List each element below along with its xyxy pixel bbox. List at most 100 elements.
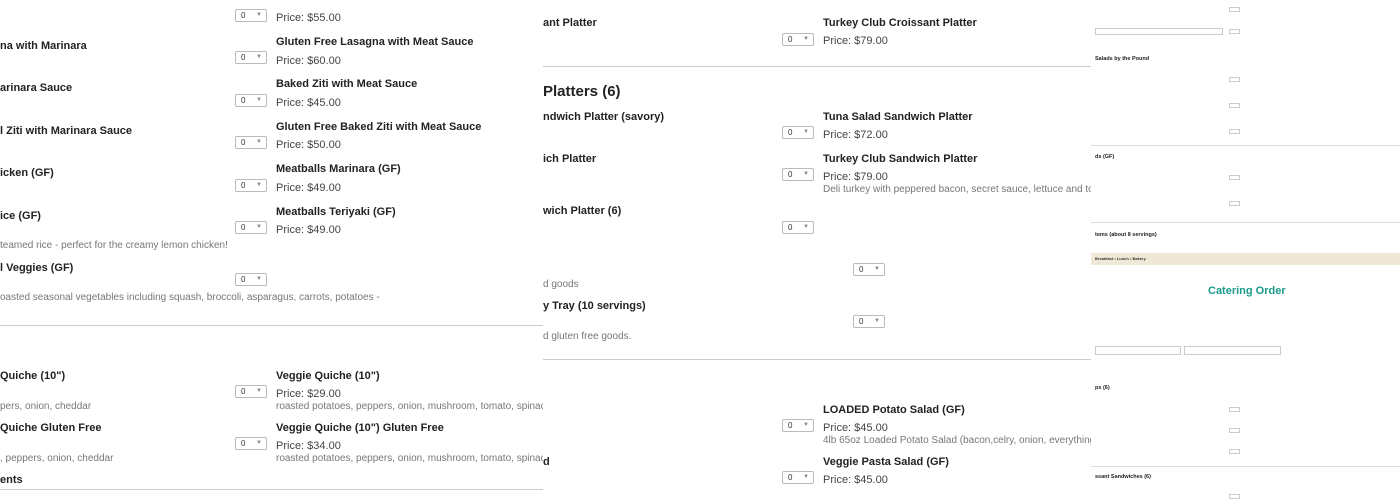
item-title: Gluten Free Lasagna with Meat Sauce (276, 36, 474, 48)
item-title: Quiche (10") (0, 370, 66, 382)
item-price: Price: $34.00 (276, 440, 341, 452)
date-input[interactable] (1095, 346, 1181, 355)
section-heading: tems (about 8 servings) (1095, 232, 1157, 238)
section-heading: ssant Sandwiches (6) (1095, 474, 1151, 480)
quantity-select[interactable]: 0 ▼ (853, 263, 885, 276)
quantity-select[interactable] (1229, 175, 1240, 180)
quantity-select[interactable]: 0 ▼ (782, 33, 814, 46)
section-divider (1091, 466, 1400, 467)
item-description: oasted seasonal vegetables including squ… (0, 292, 380, 303)
item-title: Tuna Salad Sandwich Platter (823, 111, 973, 123)
item-price: Price: $45.00 (823, 474, 888, 486)
section-divider (1091, 145, 1400, 146)
item-description: , peppers, onion, cheddar (0, 453, 114, 464)
item-title: Quiche Gluten Free (0, 422, 102, 434)
item-price: Price: $49.00 (276, 182, 341, 194)
quantity-select[interactable]: 0 ▼ (235, 273, 267, 286)
item-price: Price: $60.00 (276, 55, 341, 67)
item-price: Price: $72.00 (823, 129, 888, 141)
item-title: icken (GF) (0, 167, 54, 179)
item-description: Deli turkey with peppered bacon, secret … (823, 184, 1091, 195)
item-title: arinara Sauce (0, 82, 73, 94)
quantity-select[interactable]: 0 ▼ (782, 126, 814, 139)
item-price: Price: $79.00 (823, 35, 888, 47)
item-price: Price: $45.00 (823, 422, 888, 434)
quantity-select[interactable]: 0 ▼ (782, 168, 814, 181)
item-title: na with Marinara (0, 40, 87, 52)
item-description: d gluten free goods. (543, 331, 632, 342)
item-title: l Ziti with Marinara Sauce (0, 125, 133, 137)
item-price: Price: $50.00 (276, 139, 341, 151)
quantity-select[interactable]: 0 ▼ (235, 385, 267, 398)
quantity-select[interactable] (1229, 77, 1240, 82)
quantity-select[interactable] (1229, 494, 1240, 499)
item-description: pers, onion, cheddar (0, 401, 92, 412)
quantity-select[interactable]: 0 ▼ (235, 179, 267, 192)
menu-panel-overview: Salads by the Pound ds (GF) tems (about … (1091, 0, 1400, 500)
item-description: roasted potatoes, peppers, onion, mushro… (276, 453, 543, 464)
item-title: Turkey Club Sandwich Platter (823, 153, 978, 165)
item-title: y Tray (10 servings) (543, 300, 646, 312)
item-description: roasted potatoes, peppers, onion, mushro… (276, 401, 543, 412)
option-select[interactable] (1095, 28, 1223, 35)
quantity-select[interactable]: 0 ▼ (782, 221, 814, 234)
item-price: Price: $49.00 (276, 224, 341, 236)
section-divider (0, 489, 543, 490)
section-divider (543, 66, 1091, 67)
quantity-select[interactable] (1229, 449, 1240, 454)
item-title: LOADED Potato Salad (GF) (823, 404, 965, 416)
time-input[interactable] (1184, 346, 1281, 355)
item-price: Price: $29.00 (276, 388, 341, 400)
item-title: ant Platter (543, 17, 597, 29)
section-divider (1091, 222, 1400, 223)
quantity-select[interactable] (1229, 129, 1240, 134)
item-title: l Veggies (GF) (0, 262, 74, 274)
quantity-select[interactable] (1229, 428, 1240, 433)
quantity-select[interactable] (1229, 7, 1240, 12)
item-title: Gluten Free Baked Ziti with Meat Sauce (276, 121, 482, 133)
item-title: Veggie Pasta Salad (GF) (823, 456, 949, 468)
quantity-select[interactable] (1229, 29, 1240, 34)
quantity-select[interactable]: 0 ▼ (235, 9, 267, 22)
quantity-select[interactable] (1229, 407, 1240, 412)
item-title: ndwich Platter (savory) (543, 111, 665, 123)
item-title: ice (GF) (0, 210, 41, 222)
site-tagline: Breakfast • Lunch • Bakery (1095, 256, 1146, 261)
quantity-select[interactable]: 0 ▼ (235, 437, 267, 450)
section-divider (0, 325, 543, 326)
item-title: Meatballs Teriyaki (GF) (276, 206, 396, 218)
item-price: Price: $45.00 (276, 97, 341, 109)
quantity-select[interactable]: 0 ▼ (235, 94, 267, 107)
section-heading: ps (6) (1095, 385, 1110, 391)
section-heading: ds (GF) (1095, 154, 1115, 160)
quantity-select[interactable]: 0 ▼ (782, 419, 814, 432)
section-heading: Salads by the Pound (1095, 56, 1150, 62)
item-description: d goods (543, 279, 579, 290)
section-divider (543, 359, 1091, 360)
item-title: ents (0, 474, 23, 486)
quantity-select[interactable]: 0 ▼ (235, 51, 267, 64)
quantity-select[interactable]: 0 ▼ (235, 136, 267, 149)
item-price: Price: $79.00 (823, 171, 888, 183)
item-title: Meatballs Marinara (GF) (276, 163, 401, 175)
item-title: wich Platter (6) (543, 205, 622, 217)
menu-panel-pastas: na with Marinara arinara Sauce l Ziti wi… (0, 0, 543, 500)
item-title: Veggie Quiche (10") (276, 370, 380, 382)
item-title: Turkey Club Croissant Platter (823, 17, 977, 29)
site-header-bar: Breakfast • Lunch • Bakery (1091, 253, 1400, 265)
item-title: Baked Ziti with Meat Sauce (276, 78, 418, 90)
item-description: teamed rice - perfect for the creamy lem… (0, 240, 228, 251)
item-title: d (543, 456, 550, 468)
item-title: Veggie Quiche (10") Gluten Free (276, 422, 444, 434)
quantity-select[interactable]: 0 ▼ (235, 221, 267, 234)
quantity-select[interactable] (1229, 201, 1240, 206)
quantity-select[interactable] (1229, 103, 1240, 108)
quantity-select[interactable]: 0 ▼ (853, 315, 885, 328)
quantity-select[interactable]: 0 ▼ (782, 471, 814, 484)
item-description: 4lb 65oz Loaded Potato Salad (bacon,celr… (823, 435, 1091, 446)
item-price: Price: $55.00 (276, 12, 341, 24)
menu-panel-platters: ant Platter 0 ▼ Turkey Club Croissant Pla… (543, 0, 1091, 500)
section-heading: Platters (6) (543, 83, 621, 100)
item-title: ich Platter (543, 153, 597, 165)
page-title: Catering Order (1208, 285, 1286, 297)
